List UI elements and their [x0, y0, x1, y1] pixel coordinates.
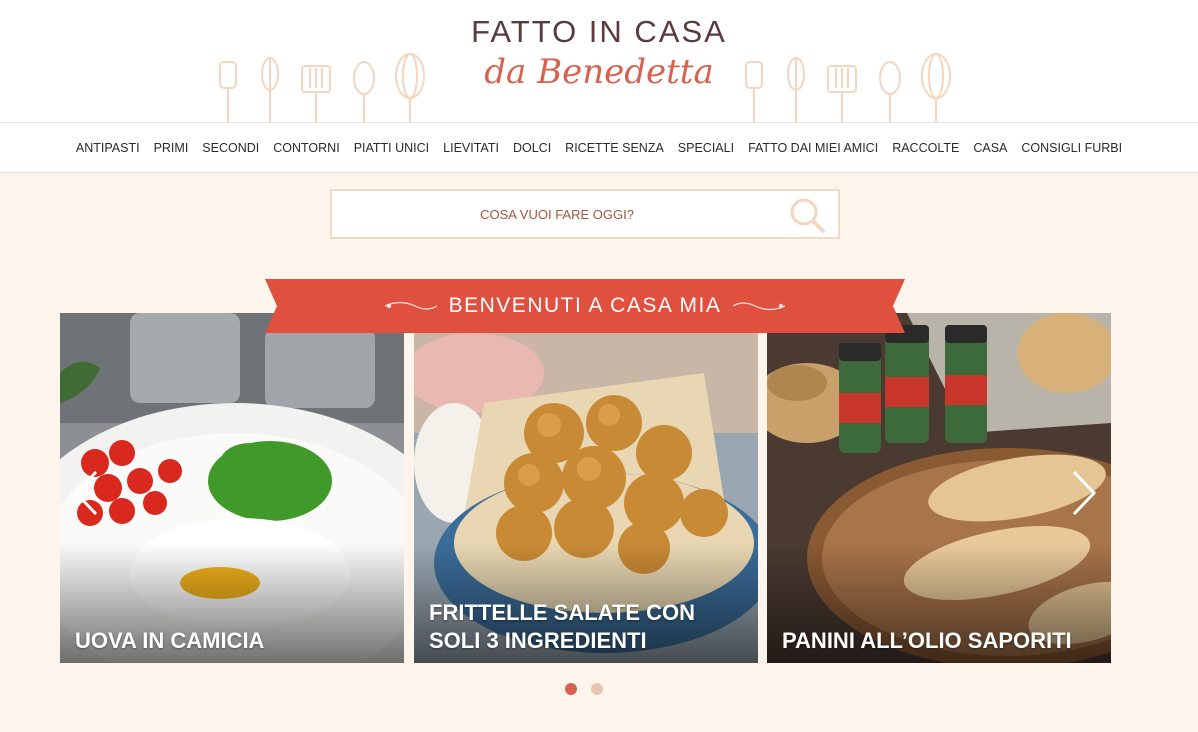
nav-item-piatti-unici[interactable]: PIATTI UNICI: [347, 141, 436, 155]
slider-pagination: [565, 683, 603, 695]
main-nav: ANTIPASTI PRIMI SECONDI CONTORNI PIATTI …: [0, 122, 1198, 173]
slide-title[interactable]: UOVA IN CAMICIA: [75, 627, 392, 655]
pagination-dot[interactable]: [591, 683, 603, 695]
welcome-banner-text: BENVENUTI A CASA MIA: [448, 294, 722, 317]
nav-item-ricette-senza[interactable]: RICETTE SENZA: [558, 141, 671, 155]
slide-title[interactable]: FRITTELLE SALATE CON SOLI 3 INGREDIENTI: [429, 599, 746, 655]
nav-item-lievitati[interactable]: LIEVITATI: [436, 141, 506, 155]
chevron-left-icon[interactable]: [72, 468, 102, 518]
nav-item-secondi[interactable]: SECONDI: [195, 141, 266, 155]
slide-uova-in-camicia[interactable]: UOVA IN CAMICIA: [60, 313, 404, 663]
search-input[interactable]: [332, 191, 782, 237]
nav-item-antipasti[interactable]: ANTIPASTI: [69, 141, 147, 155]
nav-item-dolci[interactable]: DOLCI: [506, 141, 558, 155]
nav-item-fatto-dai-miei-amici[interactable]: FATTO DAI MIEI AMICI: [741, 141, 885, 155]
slide-title[interactable]: PANINI ALL’OLIO SAPORITI: [782, 627, 1099, 655]
pagination-dot-active[interactable]: [565, 683, 577, 695]
slide-frittelle-salate[interactable]: FRITTELLE SALATE CON SOLI 3 INGREDIENTI: [414, 313, 758, 663]
site-header: FATTO IN CASA da Benedetta: [0, 0, 1198, 122]
nav-item-raccolte[interactable]: RACCOLTE: [885, 141, 966, 155]
search-box: [330, 189, 840, 239]
search-icon[interactable]: [788, 196, 828, 234]
nav-item-casa[interactable]: CASA: [966, 141, 1014, 155]
slide-panini-olio[interactable]: PANINI ALL’OLIO SAPORITI: [767, 313, 1111, 663]
logo-subtitle[interactable]: da Benedetta: [0, 52, 1198, 92]
nav-item-primi[interactable]: PRIMI: [147, 141, 196, 155]
nav-item-speciali[interactable]: SPECIALI: [671, 141, 741, 155]
chevron-right-icon[interactable]: [1068, 468, 1098, 518]
logo-title[interactable]: FATTO IN CASA: [0, 14, 1198, 50]
nav-item-consigli-furbi[interactable]: CONSIGLI FURBI: [1014, 141, 1129, 155]
nav-item-contorni[interactable]: CONTORNI: [266, 141, 346, 155]
